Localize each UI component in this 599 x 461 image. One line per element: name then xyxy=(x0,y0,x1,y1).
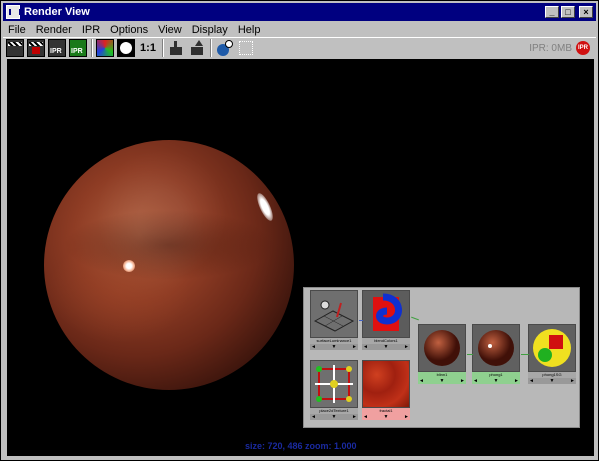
connection-line xyxy=(359,320,363,321)
ipr-render-icon[interactable]: IPR xyxy=(48,39,66,57)
node-port-bar: ◄ ▼ ► xyxy=(418,378,466,384)
rgb-channels-icon[interactable] xyxy=(96,39,114,57)
maximize-button[interactable]: □ xyxy=(561,6,575,18)
node-port-bar: ◄ ▼ ► xyxy=(310,414,358,420)
render-viewport[interactable]: surfaceLuminance1 ◄ ▼ ► blendColors1 ◄ ▼ ► xyxy=(7,59,594,456)
specular-highlight xyxy=(123,260,135,272)
menu-view[interactable]: View xyxy=(153,24,187,36)
menu-render[interactable]: Render xyxy=(31,24,77,36)
node-port-bar: ◄ ▼ ► xyxy=(528,378,576,384)
surface-luminance-swatch xyxy=(310,290,358,338)
node-shading-group[interactable]: phong1SG ◄ ▼ ► xyxy=(528,324,576,384)
real-size-button[interactable]: 1:1 xyxy=(138,39,158,57)
menu-file[interactable]: File xyxy=(3,24,31,36)
menu-display[interactable]: Display xyxy=(187,24,233,36)
node-port-bar: ◄ ▼ ► xyxy=(472,378,520,384)
toolbar: IPR IPR 1:1 IPR: 0MB IPR xyxy=(3,37,596,58)
window-title: Render View xyxy=(24,6,90,18)
keep-image-icon[interactable] xyxy=(167,39,185,57)
blend-colors-swatch xyxy=(362,290,410,338)
ipr-memory-status: IPR: 0MB xyxy=(529,42,572,54)
node-blend-colors[interactable]: blendColors1 ◄ ▼ ► xyxy=(362,290,410,350)
close-button[interactable]: × xyxy=(579,6,593,18)
menu-bar: File Render IPR Options View Display Hel… xyxy=(3,22,596,37)
menu-ipr[interactable]: IPR xyxy=(77,24,105,36)
node-blinn[interactable]: blinn1 ◄ ▼ ► xyxy=(418,324,466,384)
node-fractal[interactable]: fractal1 ◄ ▼ ► xyxy=(362,360,410,420)
redo-render-icon[interactable] xyxy=(6,39,24,57)
shading-network-inset: surfaceLuminance1 ◄ ▼ ► blendColors1 ◄ ▼ ► xyxy=(303,287,580,428)
toolbar-separator xyxy=(162,39,164,57)
render-view-window: Render View _ □ × File Render IPR Option… xyxy=(0,0,599,461)
render-status-line: size: 720, 486 zoom: 1.000 xyxy=(245,441,357,451)
blinn-swatch xyxy=(418,324,466,372)
title-bar[interactable]: Render View _ □ × xyxy=(3,3,596,21)
alpha-channel-icon[interactable] xyxy=(117,39,135,57)
render-region-icon[interactable] xyxy=(27,39,45,57)
maya-app-icon[interactable] xyxy=(6,5,21,19)
node-port-bar: ◄ ▼ ► xyxy=(362,414,410,420)
ipr-refresh-icon[interactable]: IPR xyxy=(69,39,87,57)
minimize-button[interactable]: _ xyxy=(545,6,559,18)
menu-options[interactable]: Options xyxy=(105,24,153,36)
menu-help[interactable]: Help xyxy=(233,24,266,36)
shading-group-swatch xyxy=(528,324,576,372)
fractal-swatch xyxy=(362,360,410,408)
connection-line xyxy=(521,354,529,355)
phong-swatch xyxy=(472,324,520,372)
place2d-texture-swatch xyxy=(310,360,358,408)
ipr-render-label: IPR xyxy=(50,48,62,55)
snapshot-icon[interactable] xyxy=(215,39,233,57)
toolbar-separator xyxy=(210,39,212,57)
connection-line xyxy=(467,354,473,355)
node-port-bar: ◄ ▼ ► xyxy=(362,344,410,350)
connection-line xyxy=(411,316,419,321)
remove-image-icon[interactable] xyxy=(188,39,206,57)
rendered-sphere xyxy=(44,140,294,390)
node-place2d-texture[interactable]: place2dTexture1 ◄ ▼ ► xyxy=(310,360,358,420)
ipr-refresh-label: IPR xyxy=(71,48,83,55)
node-surface-luminance[interactable]: surfaceLuminance1 ◄ ▼ ► xyxy=(310,290,358,350)
ipr-status-icon: IPR xyxy=(576,41,590,55)
region-select-icon[interactable] xyxy=(239,41,253,55)
node-port-bar: ◄ ▼ ► xyxy=(310,344,358,350)
toolbar-separator xyxy=(91,39,93,57)
node-phong[interactable]: phong1 ◄ ▼ ► xyxy=(472,324,520,384)
